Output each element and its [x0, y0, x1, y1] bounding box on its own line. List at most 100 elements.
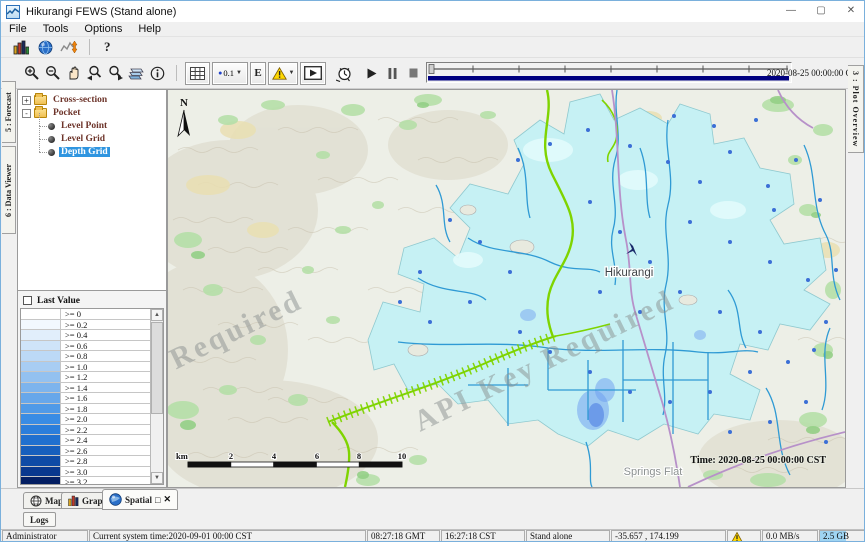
legend-row[interactable]: >= 2.2 — [21, 425, 150, 436]
status-mode: Stand alone — [526, 530, 610, 542]
legend-row[interactable]: >= 1.8 — [21, 404, 150, 415]
legend-row[interactable]: >= 0.8 — [21, 351, 150, 362]
toolbar-separator — [176, 65, 177, 81]
legend-panel: Last Value >= 0>= 0.2>= 0.4>= 0.6>= 0.8>… — [18, 291, 166, 487]
chart-display-icon[interactable] — [57, 38, 81, 56]
map-canvas[interactable]: Hikurangi Springs Flat API Key Required … — [167, 89, 846, 488]
play-button[interactable] — [364, 64, 379, 82]
tree-item-pocket[interactable]: - Pocket — [22, 107, 166, 119]
tree-item-depth-grid[interactable]: Depth Grid — [36, 146, 166, 158]
legend-row[interactable]: >= 1.2 — [21, 372, 150, 383]
legend-color-swatch — [21, 330, 61, 340]
status-memory: 2.5 GB — [819, 530, 865, 542]
expand-icon[interactable]: + — [22, 96, 31, 105]
profile-button[interactable]: E — [250, 62, 266, 85]
status-warning-cell[interactable] — [727, 530, 761, 542]
menu-bar: File Tools Options Help — [1, 22, 865, 37]
logs-button[interactable]: Logs — [23, 512, 56, 527]
legend-color-swatch — [21, 383, 61, 393]
legend-row[interactable]: >= 1.0 — [21, 362, 150, 373]
legend-row[interactable]: >= 3.0 — [21, 467, 150, 478]
legend-row[interactable]: >= 2.6 — [21, 446, 150, 457]
minimize-button[interactable]: — — [776, 1, 806, 22]
tree-item-level-point[interactable]: Level Point — [36, 120, 166, 132]
town-label: Hikurangi — [605, 267, 654, 279]
dot-icon: ● — [218, 69, 222, 77]
profile-letter: E — [254, 67, 261, 79]
tab-data-viewer[interactable]: 6 : Data Viewer — [2, 146, 16, 234]
zoom-out-icon[interactable] — [42, 62, 63, 84]
scroll-up-icon[interactable]: ▲ — [151, 309, 163, 321]
legend-row[interactable]: >= 2.8 — [21, 456, 150, 467]
layers-icon[interactable] — [126, 62, 147, 84]
legend-value: >= 2.2 — [61, 425, 150, 435]
legend-row[interactable]: >= 1.6 — [21, 393, 150, 404]
tree-item-cross-section[interactable]: + Cross-section — [22, 94, 166, 106]
tab-maximize-icon[interactable]: □ — [155, 495, 160, 505]
legend-scrollbar[interactable]: ▲ ▼ — [150, 309, 163, 484]
zoom-previous-icon[interactable] — [84, 62, 105, 84]
legend-value: >= 2.8 — [61, 456, 150, 466]
animation-timer-icon[interactable] — [334, 62, 355, 84]
tab-spatial[interactable]: Spatial □ ✕ — [102, 489, 178, 510]
layer-bullet-icon — [48, 123, 55, 130]
close-button[interactable]: ✕ — [836, 1, 865, 22]
legend-color-swatch — [21, 351, 61, 361]
tree-item-level-grid[interactable]: Level Grid — [36, 133, 166, 145]
stop-button[interactable] — [406, 64, 421, 82]
legend-value: >= 2.0 — [61, 414, 150, 424]
scroll-down-icon[interactable]: ▼ — [151, 472, 163, 484]
layer-tree: + Cross-section - Pocket Level Point Lev… — [18, 90, 166, 291]
legend-color-swatch — [21, 414, 61, 424]
legend-row[interactable]: >= 3.2 — [21, 477, 150, 484]
title-bar[interactable]: Hikurangi FEWS (Stand alone) — ▢ ✕ — [1, 1, 865, 22]
zoom-in-icon[interactable] — [21, 62, 42, 84]
legend-row[interactable]: >= 0.2 — [21, 320, 150, 331]
animation-panel-button[interactable] — [300, 62, 326, 85]
warning-threshold-dropdown[interactable]: ▼ — [268, 62, 298, 85]
time-slider[interactable] — [426, 62, 792, 83]
legend-row[interactable]: >= 2.4 — [21, 435, 150, 446]
interval-value: 0.1 — [223, 68, 234, 78]
menu-file[interactable]: File — [1, 23, 35, 35]
legend-row[interactable]: >= 0.6 — [21, 341, 150, 352]
scrollbar-thumb[interactable] — [151, 322, 163, 414]
legend-color-swatch — [21, 435, 61, 445]
globe-icon[interactable] — [33, 38, 57, 56]
info-icon[interactable] — [147, 62, 168, 84]
time-slider-thumb[interactable] — [429, 65, 434, 74]
legend-color-swatch — [21, 456, 61, 466]
north-label: N — [180, 97, 188, 109]
app-icon — [6, 5, 20, 19]
legend-row[interactable]: >= 0 — [21, 309, 150, 320]
tab-forecast[interactable]: 5 : Forecast — [2, 81, 16, 143]
tab-close-icon[interactable]: ✕ — [163, 494, 171, 505]
svg-text:8: 8 — [357, 451, 361, 461]
pause-button[interactable] — [385, 64, 400, 82]
tab-plot-overview[interactable]: 3 : Plot Overview — [848, 65, 864, 153]
legend-row[interactable]: >= 0.4 — [21, 330, 150, 341]
application-window: Hikurangi FEWS (Stand alone) — ▢ ✕ File … — [0, 0, 865, 542]
svg-text:6: 6 — [315, 451, 319, 461]
legend-color-swatch — [21, 320, 61, 330]
zoom-next-icon[interactable] — [105, 62, 126, 84]
collapse-icon[interactable]: - — [22, 109, 31, 118]
contour-interval-dropdown[interactable]: ● 0.1 ▼ — [212, 62, 248, 85]
menu-options[interactable]: Options — [76, 23, 130, 35]
pan-hand-icon[interactable] — [63, 62, 84, 84]
help-icon[interactable]: ? — [98, 39, 117, 55]
menu-help[interactable]: Help — [130, 23, 169, 35]
database-icon[interactable] — [9, 38, 33, 56]
logs-button-label: Logs — [30, 515, 49, 525]
legend-row[interactable]: >= 2.0 — [21, 414, 150, 425]
legend-row[interactable]: >= 1.4 — [21, 383, 150, 394]
tab-data-viewer-label: 6 : Data Viewer — [4, 163, 13, 216]
map-time-label: Time: 2020-08-25 00:00:00 CST — [690, 455, 826, 466]
map-graphics: Hikurangi Springs Flat API Key Required … — [168, 90, 845, 487]
menu-tools[interactable]: Tools — [35, 23, 77, 35]
grid-display-button[interactable] — [185, 62, 210, 85]
toolbar-separator — [89, 39, 90, 55]
status-network-rate: 0.0 MB/s — [762, 530, 818, 542]
last-value-checkbox[interactable] — [23, 296, 32, 305]
maximize-button[interactable]: ▢ — [806, 1, 836, 22]
